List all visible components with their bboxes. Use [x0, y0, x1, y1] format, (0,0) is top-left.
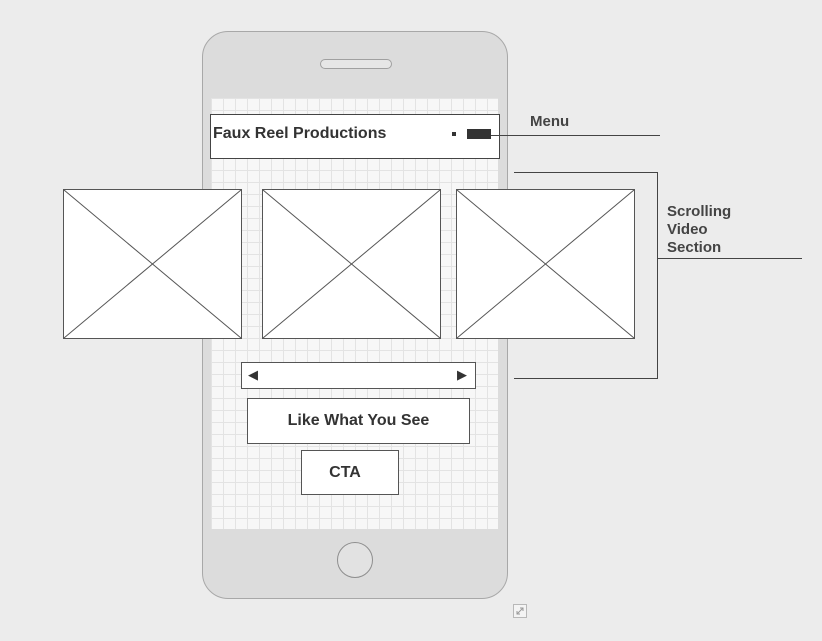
cta-button-label: CTA	[329, 463, 361, 481]
bracket-vertical-line	[657, 172, 658, 379]
video-placeholder-2[interactable]	[262, 189, 441, 339]
image-placeholder-icon	[64, 190, 241, 338]
site-title: Faux Reel Productions	[213, 125, 387, 142]
like-what-you-see-button[interactable]: Like What You See	[247, 398, 470, 444]
image-placeholder-icon	[457, 190, 634, 338]
menu-callout-line	[491, 135, 660, 136]
scrolling-annotation-line-1: Scrolling	[667, 203, 732, 220]
cta-button[interactable]: CTA	[301, 450, 399, 495]
phone-home-button[interactable]	[337, 542, 373, 578]
phone-speaker	[320, 59, 392, 69]
like-button-label: Like What You See	[287, 412, 430, 429]
prev-arrow-icon[interactable]: ◀	[248, 367, 258, 383]
bracket-callout-line	[658, 258, 802, 259]
scrolling-annotation-line-2: Video	[667, 221, 708, 238]
video-placeholder-1[interactable]	[63, 189, 242, 339]
video-pager	[241, 362, 476, 389]
scrolling-annotation-line-3: Section	[667, 239, 722, 256]
resize-icon[interactable]	[513, 604, 527, 618]
next-arrow-icon[interactable]: ▶	[457, 367, 467, 383]
menu-annotation: Menu	[530, 113, 570, 130]
image-placeholder-icon	[263, 190, 440, 338]
video-placeholder-3[interactable]	[456, 189, 635, 339]
bracket-top-line	[514, 172, 658, 173]
bracket-bottom-line	[514, 378, 658, 379]
menu-icon[interactable]	[467, 129, 491, 139]
menu-icon-dot	[452, 132, 456, 136]
